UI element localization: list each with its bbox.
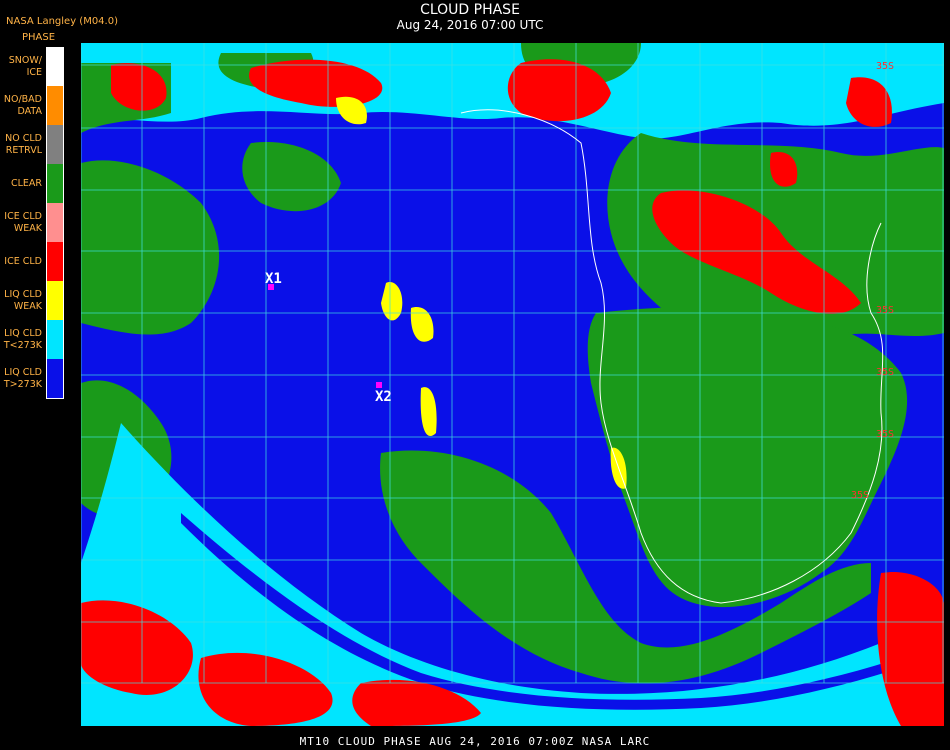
grid-label: 35S [851,490,869,501]
legend-label: SNOW/ ICE [8,55,42,78]
legend-label: ICE CLD [4,256,42,267]
legend-swatch [47,281,64,320]
legend-label: NO/BAD DATA [3,94,42,117]
map-svg: 35S 35S 35S 35S 35S X1 X2 [81,43,944,726]
legend-title: PHASE [22,32,56,43]
legend-swatch [47,164,64,203]
legend-swatch [47,47,64,86]
legend-swatch [47,203,64,242]
legend-label: CLEAR [10,178,42,189]
footer-caption: MT10 CLOUD PHASE AUG 24, 2016 07:00Z NAS… [299,735,651,748]
legend-swatch [47,320,64,359]
legend-swatch [47,86,64,125]
grid-label: 35S [876,429,894,440]
legend-label: LIQ CLD WEAK [4,289,42,312]
cloud-phase-map: 35S 35S 35S 35S 35S X1 X2 [81,43,944,726]
marker-x2-label: X2 [375,389,392,405]
legend-label: NO CLD RETRVL [5,133,42,156]
marker-x2 [376,382,382,388]
legend-swatch [47,125,64,164]
grid-label: 35S [876,367,894,378]
legend-label: LIQ CLD T>273K [3,367,42,390]
provider-label: NASA Langley (M04.0) [6,16,118,27]
legend-swatch [47,242,64,281]
grid-label: 35S [876,305,894,316]
map-subtitle: Aug 24, 2016 07:00 UTC [396,18,544,32]
map-title: CLOUD PHASE [420,2,520,18]
legend-swatch [47,359,64,398]
marker-x1-label: X1 [265,271,282,287]
legend-label: ICE CLD WEAK [4,211,42,234]
legend-label: LIQ CLD T<273K [3,328,42,351]
grid-label: 35S [876,61,894,72]
